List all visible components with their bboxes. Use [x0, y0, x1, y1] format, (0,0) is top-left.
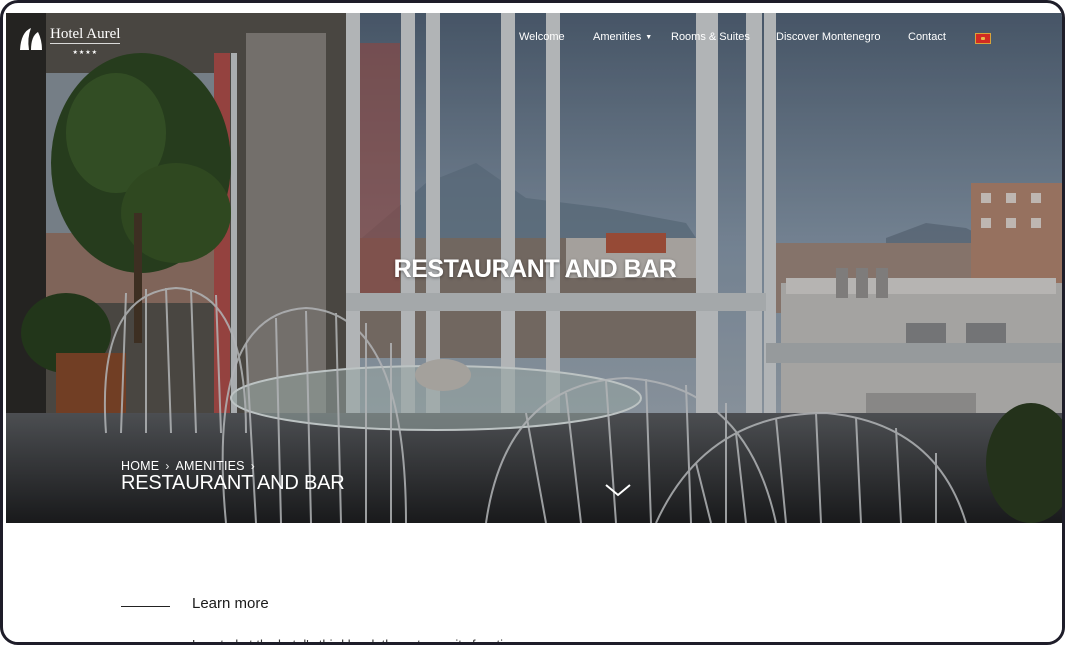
hero-title: RESTAURANT AND BAR — [393, 255, 677, 283]
scroll-down-chevron-icon[interactable] — [604, 481, 632, 499]
breadcrumb: HOME › AMENITIES › — [121, 459, 255, 473]
nav-item-amenities-label: Amenities — [593, 31, 642, 43]
browser-frame: Hotel Aurel ★★★★ Welcome Amenities ▼ Room… — [0, 0, 1065, 645]
nav-item-welcome[interactable]: Welcome — [519, 31, 565, 43]
brand-stars: ★★★★ — [72, 50, 98, 56]
language-flag-icon[interactable] — [975, 33, 991, 44]
section-divider-line — [121, 606, 170, 607]
chevron-right-icon: › — [165, 459, 170, 473]
hotel-logo[interactable]: Hotel Aurel ★★★★ — [18, 26, 121, 61]
logo-wordmark: Hotel Aurel ★★★★ — [50, 26, 121, 61]
breadcrumb-amenities[interactable]: AMENITIES — [176, 459, 245, 473]
nav-item-rooms-suites[interactable]: Rooms & Suites — [671, 31, 750, 43]
nav-item-amenities[interactable]: Amenities ▼ — [593, 31, 652, 43]
chevron-right-icon: › — [250, 459, 255, 473]
top-navigation: Hotel Aurel ★★★★ Welcome Amenities ▼ Room… — [6, 13, 1062, 63]
hero-banner: Hotel Aurel ★★★★ Welcome Amenities ▼ Room… — [6, 13, 1062, 523]
logo-icon — [20, 28, 42, 50]
nav-item-contact[interactable]: Contact — [908, 31, 946, 43]
intro-paragraph: Located at the hotel's third level, thes… — [192, 637, 518, 645]
brand-name: Hotel Aurel — [50, 26, 121, 44]
caret-down-icon: ▼ — [645, 34, 653, 41]
learn-more-heading: Learn more — [192, 595, 269, 612]
nav-item-discover-montenegro[interactable]: Discover Montenegro — [776, 31, 881, 43]
main-content: Learn more Located at the hotel's third … — [6, 523, 1062, 645]
breadcrumb-home[interactable]: HOME — [121, 459, 159, 473]
page-title: RESTAURANT AND BAR — [121, 472, 345, 494]
